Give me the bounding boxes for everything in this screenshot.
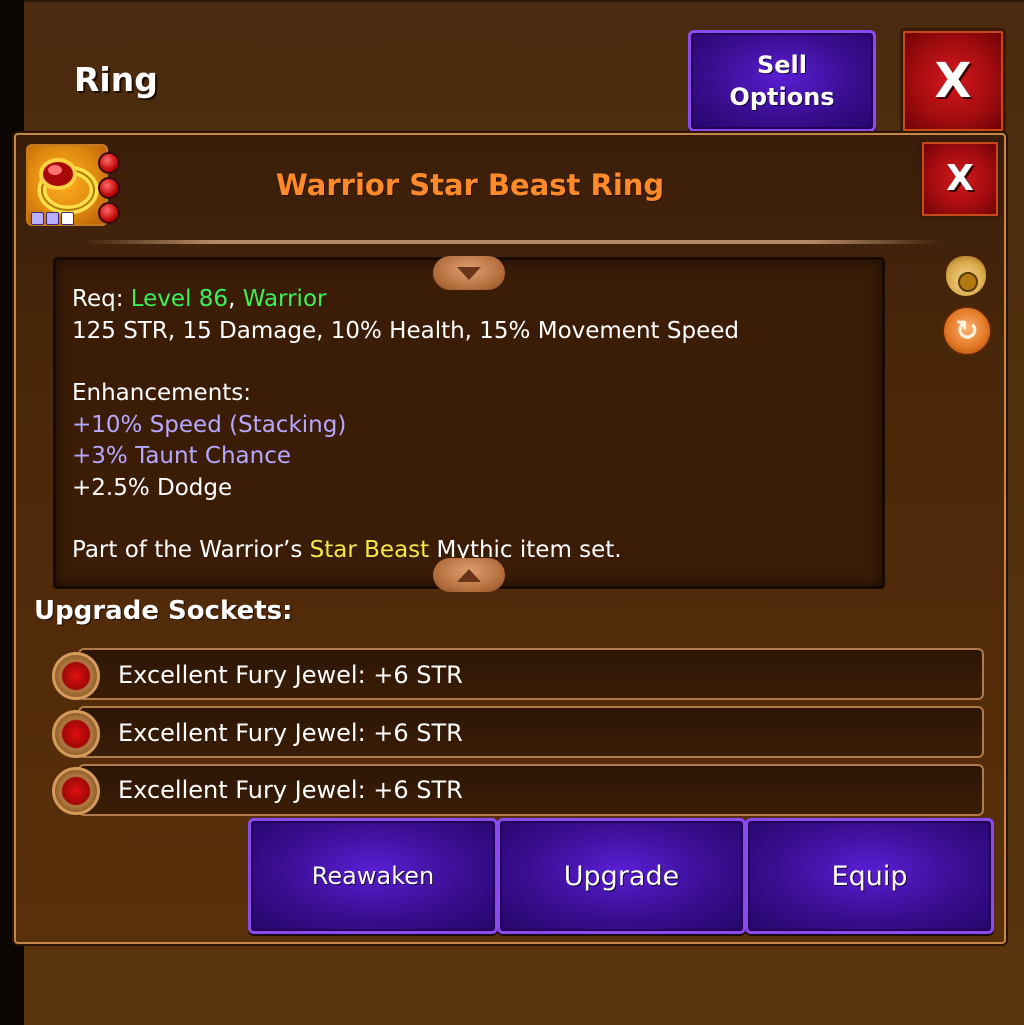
scroll-down-button[interactable] bbox=[433, 558, 505, 592]
scroll-up-button[interactable] bbox=[433, 256, 505, 290]
chevron-up-icon bbox=[457, 568, 481, 582]
screen-title: Ring bbox=[74, 60, 158, 99]
equip-button[interactable]: Equip bbox=[745, 818, 994, 934]
reawaken-button[interactable]: Reawaken bbox=[248, 818, 498, 934]
money-bag-icon[interactable] bbox=[946, 256, 986, 296]
title-divider bbox=[84, 240, 940, 244]
equip-label: Equip bbox=[831, 860, 908, 892]
close-panel-button[interactable]: X bbox=[919, 139, 1001, 219]
socket-label: Excellent Fury Jewel: +6 STR bbox=[118, 719, 463, 747]
socket-label: Excellent Fury Jewel: +6 STR bbox=[118, 776, 463, 804]
coin-icon bbox=[958, 272, 978, 292]
close-icon: X bbox=[934, 53, 972, 109]
set-prefix: Part of the Warrior’s bbox=[72, 537, 310, 563]
swap-glyph: ↻ bbox=[955, 314, 979, 347]
socket-label: Excellent Fury Jewel: +6 STR bbox=[118, 661, 463, 689]
gold-ruby-ring-icon bbox=[26, 144, 120, 226]
req-level: Level 86 bbox=[130, 286, 229, 312]
socket-dot bbox=[98, 152, 120, 174]
sell-options-line2: Options bbox=[729, 83, 835, 111]
rarity-dot bbox=[46, 212, 59, 225]
item-name: Warrior Star Beast Ring bbox=[275, 168, 665, 202]
chevron-down-icon bbox=[457, 266, 481, 280]
req-class: Warrior bbox=[242, 286, 327, 312]
upgrade-button[interactable]: Upgrade bbox=[497, 818, 746, 934]
sell-options-line1: Sell bbox=[756, 51, 807, 79]
upgrade-sockets-heading: Upgrade Sockets: bbox=[34, 596, 293, 626]
close-screen-button[interactable]: X bbox=[900, 28, 1006, 134]
enhancement-line: +3% Taunt Chance bbox=[72, 443, 291, 469]
ruby-jewel-icon bbox=[52, 652, 100, 700]
stats-line: 125 STR, 15 Damage, 10% Health, 15% Move… bbox=[72, 318, 739, 344]
sell-options-button[interactable]: Sell Options bbox=[688, 30, 876, 132]
swap-arrows-icon[interactable]: ↻ bbox=[942, 306, 992, 356]
upgrade-label: Upgrade bbox=[563, 860, 680, 892]
item-set-line: Part of the Warrior’s Star Beast Mythic … bbox=[72, 537, 622, 563]
rarity-dot bbox=[61, 212, 74, 225]
enhancement-line: +2.5% Dodge bbox=[72, 475, 233, 501]
socket-dot bbox=[98, 202, 120, 224]
reawaken-label: Reawaken bbox=[311, 862, 435, 890]
rarity-dot bbox=[31, 212, 44, 225]
close-icon: X bbox=[946, 158, 974, 199]
set-name: Star Beast bbox=[309, 537, 430, 563]
socket-dot bbox=[98, 177, 120, 199]
top-border-line bbox=[24, 0, 1024, 2]
requirement-line: Req: Level 86, Warrior bbox=[72, 286, 326, 312]
ruby-jewel-icon bbox=[52, 710, 100, 758]
enhancement-line: +10% Speed (Stacking) bbox=[72, 412, 347, 438]
req-prefix: Req: bbox=[72, 286, 131, 312]
req-separator: , bbox=[228, 286, 243, 312]
ruby-jewel-icon bbox=[52, 767, 100, 815]
enhancements-heading: Enhancements: bbox=[72, 380, 252, 406]
